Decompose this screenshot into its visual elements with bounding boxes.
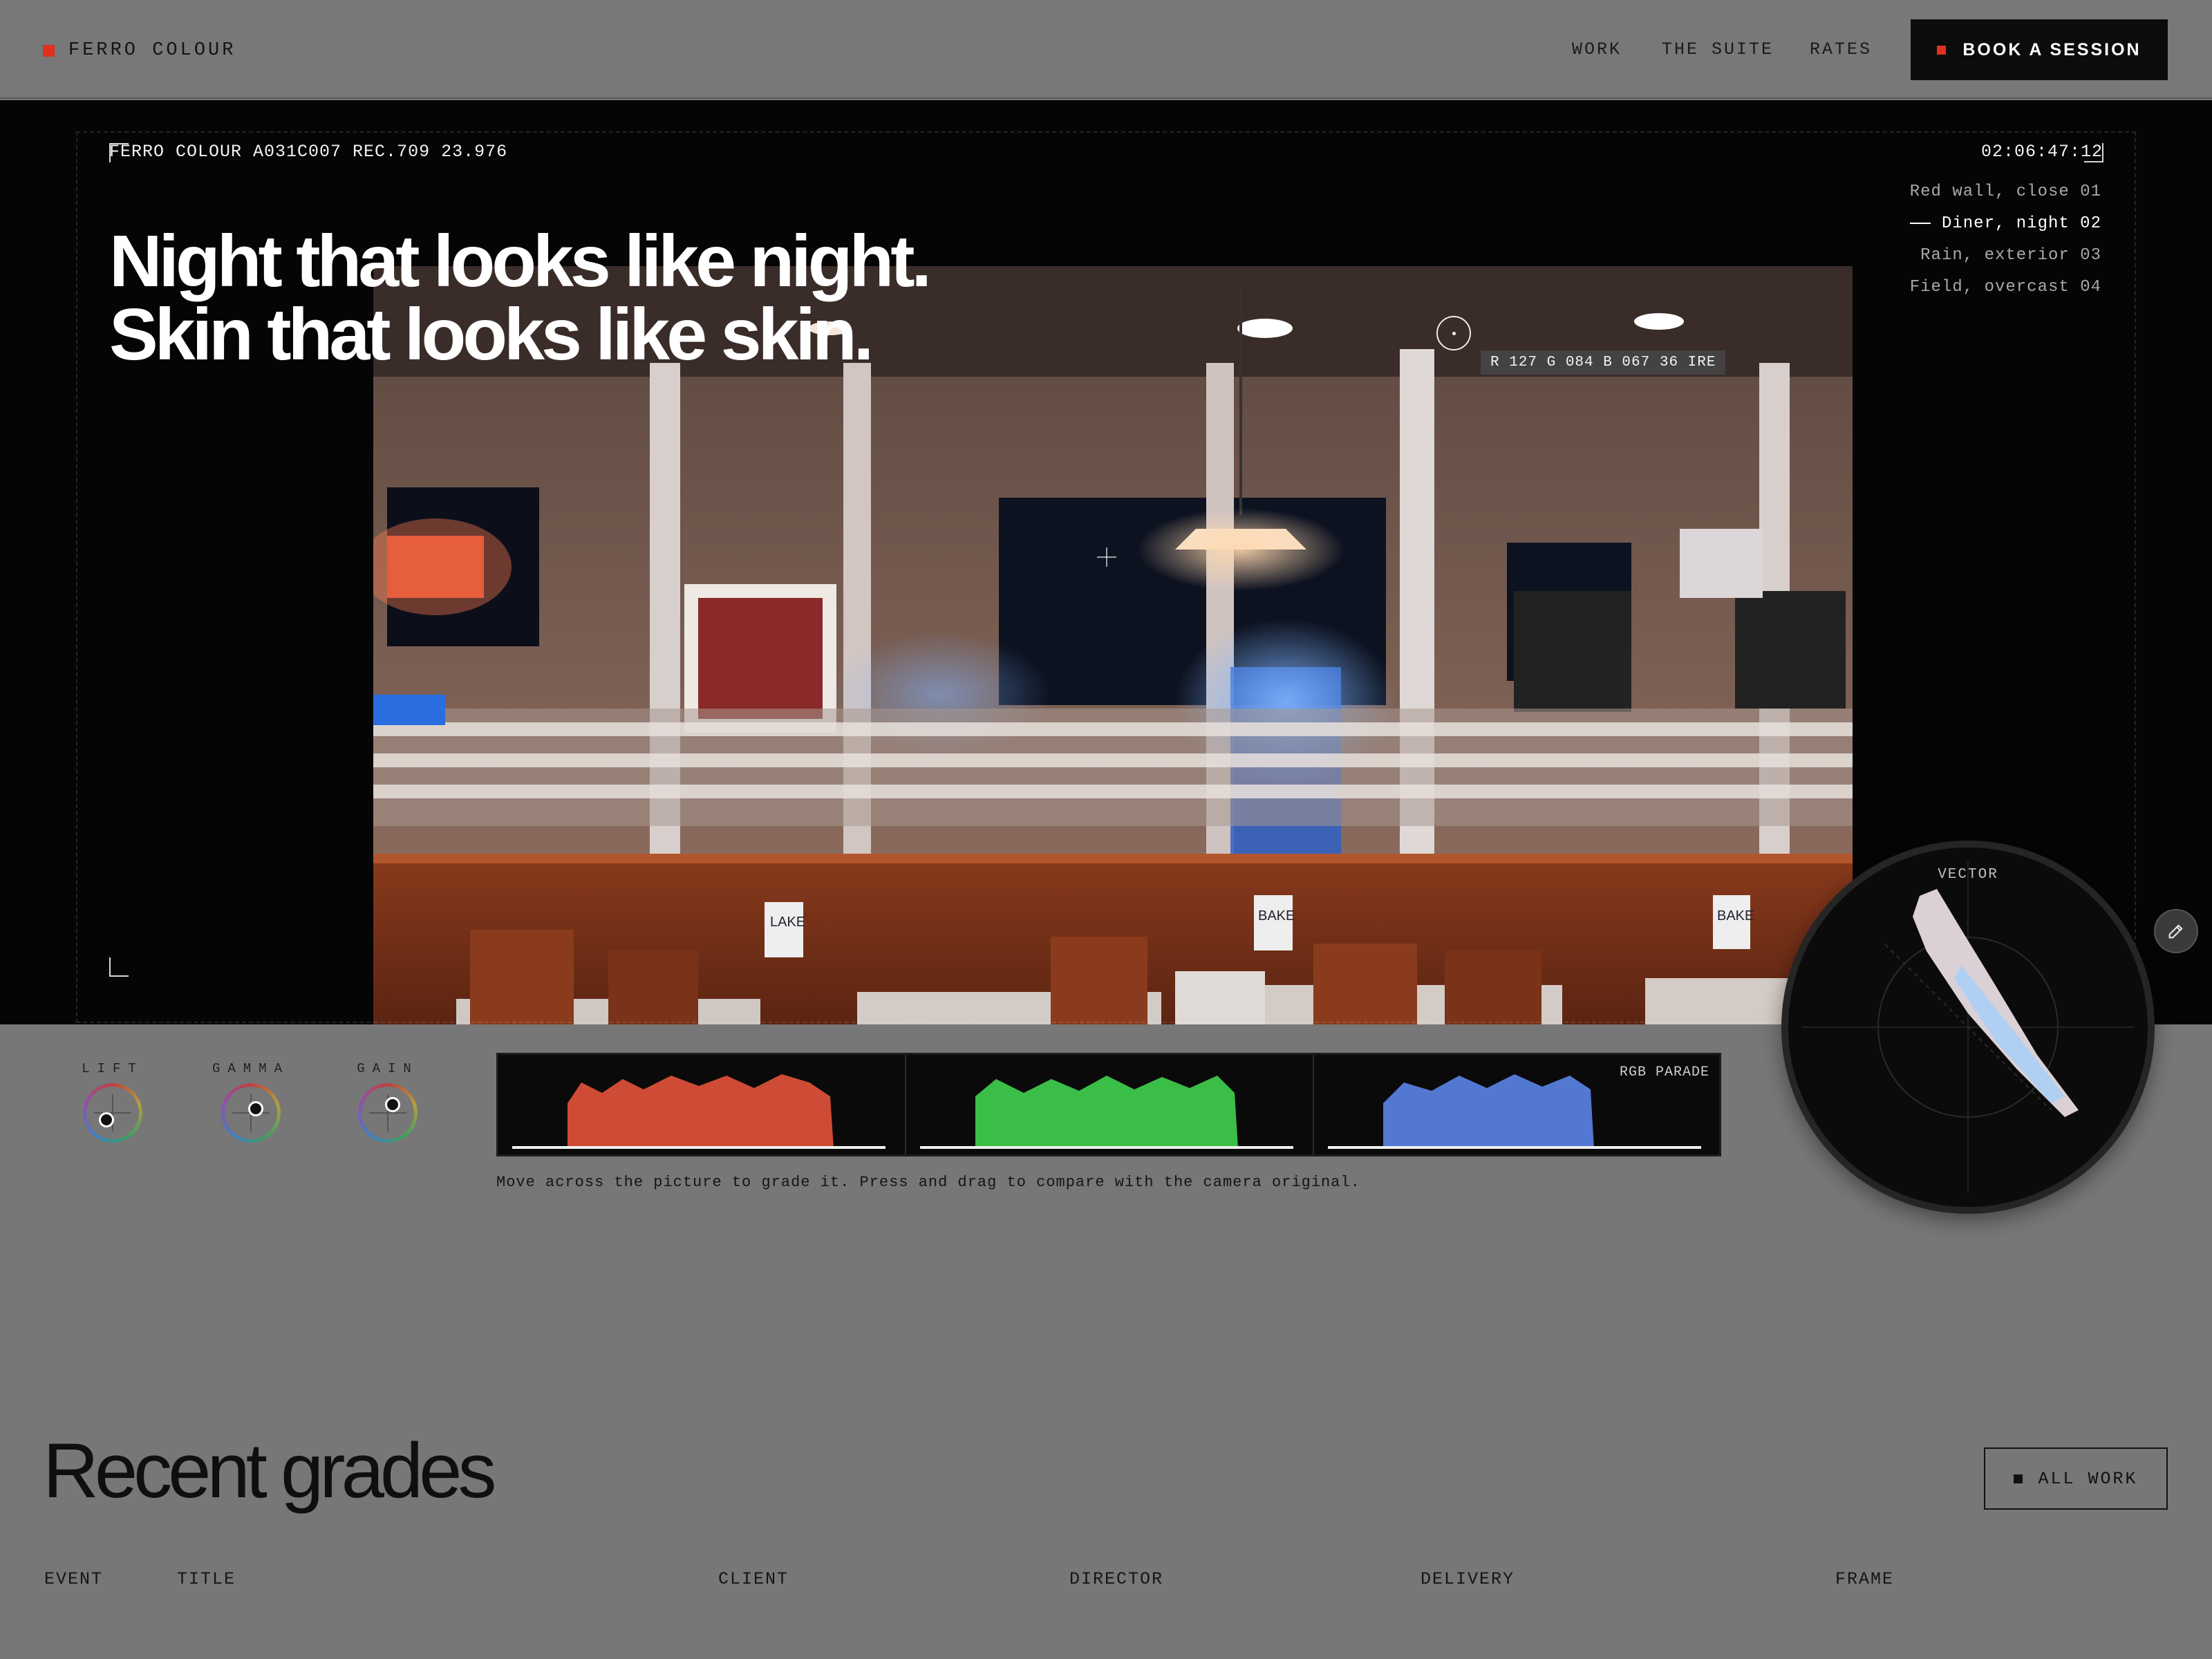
rgb-parade-scope: RGB PARADE [496, 1053, 1721, 1156]
headline-line-2: Skin that looks like skin. [109, 294, 874, 375]
timecode: 02:06:47:12 [1980, 142, 2103, 162]
lift-wheel-handle[interactable] [99, 1112, 114, 1127]
edit-button[interactable] [2154, 909, 2198, 953]
headline-line-1: Night that looks like night. [109, 221, 932, 302]
shot-item[interactable]: Red wall, close 01 [1910, 176, 2101, 208]
gamma-wheel-ring[interactable] [221, 1083, 281, 1143]
nav-link-work[interactable]: WORK [1572, 39, 1622, 59]
column-header-client: CLIENT [718, 1569, 789, 1589]
book-session-label: BOOK A SESSION [1962, 39, 2141, 59]
frame-corner-bottom-left [109, 957, 129, 977]
column-header-title: TITLE [177, 1569, 236, 1589]
lift-wheel[interactable]: LIFT [68, 1061, 158, 1143]
parade-divider [905, 1055, 906, 1154]
hero-headline: Night that looks like night. Skin that l… [109, 221, 932, 375]
nav-link-rates[interactable]: RATES [1810, 39, 1872, 59]
gamma-wheel-handle[interactable] [248, 1101, 263, 1116]
clip-metadata: FERRO COLOUR A031C007 REC.709 23.976 [109, 142, 508, 162]
column-header-director: DIRECTOR [1069, 1569, 1164, 1589]
shot-item[interactable]: Field, overcast 04 [1910, 272, 2101, 303]
square-icon [2014, 1474, 2023, 1483]
lift-wheel-ring[interactable] [83, 1083, 142, 1143]
brand-mark-icon [43, 44, 55, 57]
top-nav: FERRO COLOUR WORK THE SUITE RATES BOOK A… [0, 0, 2212, 99]
grading-hint: Move across the picture to grade it. Pre… [496, 1174, 1360, 1191]
color-picker-reticle[interactable] [1436, 316, 1471, 350]
parade-label: RGB PARADE [1619, 1065, 1709, 1080]
center-crosshair [1097, 547, 1116, 567]
shot-item[interactable]: Rain, exterior 03 [1910, 240, 2101, 272]
pencil-icon [2168, 924, 2183, 939]
wheel-label-gain: GAIN [357, 1061, 419, 1076]
all-work-label: ALL WORK [2038, 1468, 2138, 1489]
column-header-delivery: DELIVERY [1421, 1569, 1515, 1589]
gain-wheel-ring[interactable] [358, 1083, 418, 1143]
nav-link-the-suite[interactable]: THE SUITE [1662, 39, 1774, 59]
square-icon [1937, 45, 1947, 55]
gamma-wheel[interactable]: GAMMA [206, 1061, 296, 1143]
parade-waveform [512, 1074, 1701, 1149]
wheel-label-lift: LIFT [82, 1061, 144, 1076]
vectorscope-graticule [1802, 861, 2134, 1193]
shot-item-active[interactable]: Diner, night 02 [1910, 208, 2101, 240]
book-session-button[interactable]: BOOK A SESSION [1911, 19, 2168, 80]
column-header-event: EVENT [44, 1569, 104, 1589]
parade-divider [1313, 1055, 1314, 1154]
gain-wheel-handle[interactable] [385, 1097, 400, 1112]
recent-grades-title: Recent grades [43, 1427, 496, 1514]
gain-wheel[interactable]: GAIN [343, 1061, 433, 1143]
column-header-frame: FRAME [1835, 1569, 1895, 1589]
vectorscope: VECTOR [1781, 841, 2155, 1214]
pixel-value-readout: R 127 G 084 B 067 36 IRE [1481, 350, 1726, 375]
all-work-button[interactable]: ALL WORK [1984, 1447, 2168, 1510]
brand-name: FERRO COLOUR [68, 40, 236, 61]
shot-list: Red wall, close 01 Diner, night 02 Rain,… [1910, 176, 2101, 303]
wheel-label-gamma: GAMMA [212, 1061, 290, 1076]
brand-logo[interactable]: FERRO COLOUR [43, 40, 236, 61]
